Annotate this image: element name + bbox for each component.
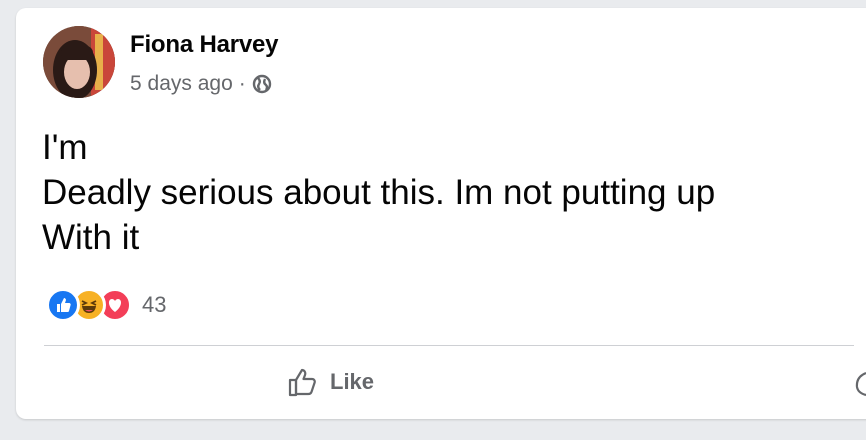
actions-divider: [44, 345, 854, 346]
comment-icon[interactable]: [854, 371, 866, 402]
like-reaction-icon: [46, 288, 80, 322]
reactions-summary[interactable]: 43: [46, 288, 166, 322]
reaction-count[interactable]: 43: [142, 292, 166, 318]
like-button-label: Like: [330, 369, 375, 394]
post-meta: 5 days ago ·: [130, 72, 272, 96]
globe-icon[interactable]: [252, 74, 272, 94]
thumbs-up-icon: [288, 368, 316, 397]
post-timestamp[interactable]: 5 days ago: [130, 72, 233, 96]
post-body: I'm Deadly serious about this. Im not pu…: [42, 125, 862, 260]
post-text-line: I'm: [42, 128, 88, 167]
author-name[interactable]: Fiona Harvey: [130, 31, 279, 59]
post-card: Fiona Harvey 5 days ago · I'm Deadly ser…: [16, 8, 866, 419]
like-button[interactable]: Like: [274, 360, 386, 404]
post-text-line: Deadly serious about this. Im not puttin…: [42, 173, 716, 212]
post-text-line: With it: [42, 218, 140, 257]
meta-separator: ·: [238, 72, 246, 95]
author-avatar[interactable]: [43, 26, 115, 98]
